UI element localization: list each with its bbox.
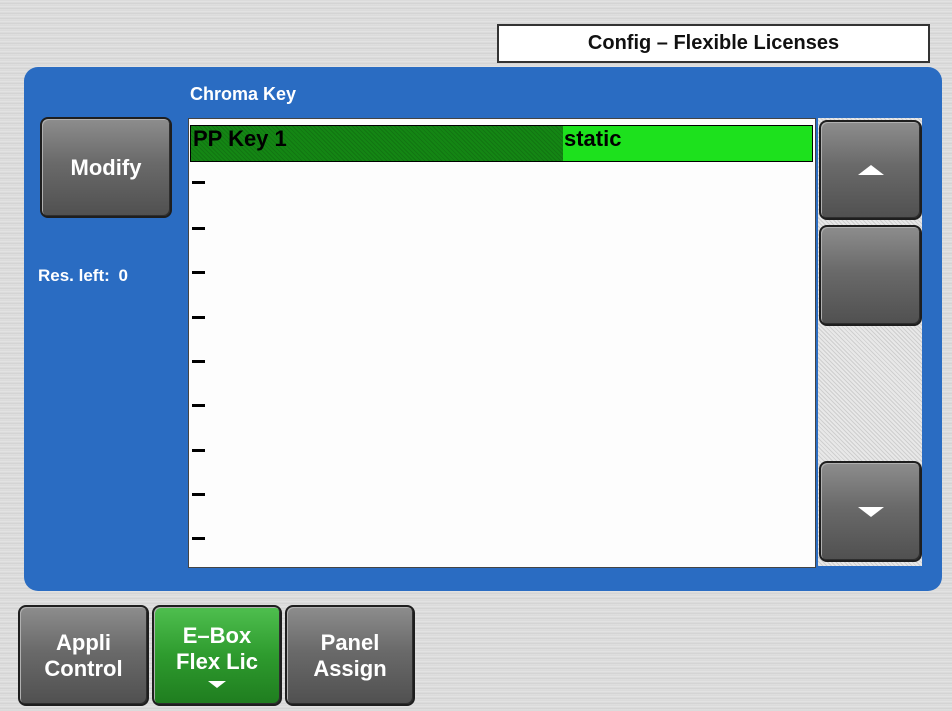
tab-label-line2: Flex Lic (176, 649, 258, 674)
list-item-empty[interactable] (192, 316, 205, 319)
list-item-empty[interactable] (192, 271, 205, 274)
list-title: Chroma Key (190, 84, 297, 104)
arrow-down-icon (857, 506, 884, 517)
res-left-value: 0 (118, 266, 128, 285)
tab-label-line1: Panel (320, 629, 380, 655)
list-item-selected[interactable]: PP Key 1 static (190, 125, 813, 162)
page-title: Config – Flexible Licenses (497, 24, 930, 63)
tab-label-line1: E–Box (182, 623, 252, 648)
scroll-up-button[interactable] (819, 120, 922, 220)
list-item-empty[interactable] (192, 449, 205, 452)
list-item-empty[interactable] (192, 537, 205, 540)
modify-button[interactable]: Modify (40, 117, 172, 218)
tab-appli-control[interactable]: Appli Control (18, 605, 149, 706)
tab-ebox-flex-lic[interactable]: E–Box Flex Lic (152, 605, 282, 706)
list-item-empty[interactable] (192, 360, 205, 363)
res-left-label: Res. left: (38, 266, 110, 285)
list-item-empty[interactable] (192, 404, 205, 407)
resources-left: Res. left: 0 (38, 266, 128, 286)
tab-label-line2: Control (44, 655, 123, 681)
list-item-empty[interactable] (192, 227, 205, 230)
arrow-up-icon (857, 165, 884, 175)
license-list[interactable]: PP Key 1 static (188, 118, 816, 568)
scroll-thumb[interactable] (819, 225, 922, 326)
tab-label-line2: Assign (313, 655, 387, 681)
dropdown-arrow-icon (208, 681, 226, 688)
list-item-empty[interactable] (192, 181, 205, 184)
tab-label-line1: Appli (56, 629, 111, 655)
scroll-down-button[interactable] (819, 461, 922, 562)
list-item-name: PP Key 1 (191, 126, 563, 161)
list-item-empty[interactable] (192, 493, 205, 496)
list-item-status: static (563, 126, 812, 161)
tab-panel-assign[interactable]: Panel Assign (285, 605, 415, 706)
